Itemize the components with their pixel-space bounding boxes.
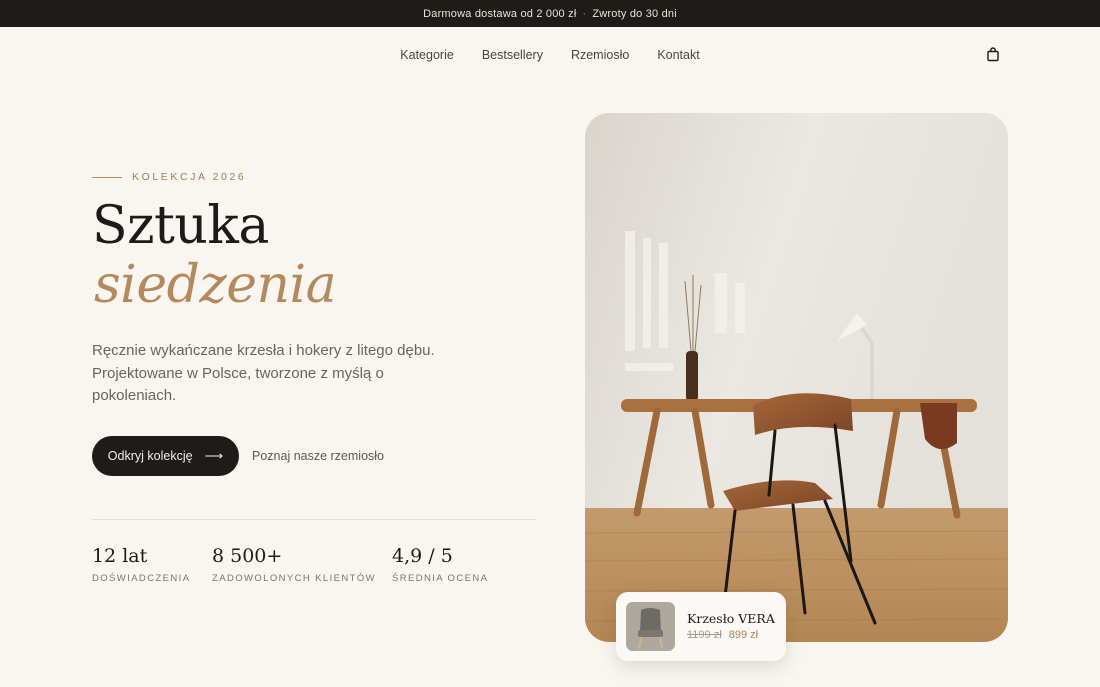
- nav-links: Kategorie Bestsellery Rzemiosło Kontakt: [0, 27, 1100, 83]
- hero-image: [585, 113, 1008, 642]
- stat-label: DOŚWIADCZENIA: [92, 573, 191, 584]
- announcement-bar: Darmowa dostawa od 2 000 zł · Zwroty do …: [0, 0, 1100, 27]
- product-card[interactable]: Krzesło VERA 1199 zł 899 zł: [616, 592, 786, 661]
- eyebrow-line: [92, 176, 122, 178]
- hero-lead: Ręcznie wykańczane krzesła i hokery z li…: [92, 342, 435, 404]
- stat-experience: 12 lat DOŚWIADCZENIA: [92, 544, 190, 584]
- product-prices: 1199 zł 899 zł: [687, 629, 758, 641]
- stat-label: ZADOWOLONYCH KLIENTÓW: [212, 573, 376, 584]
- eyebrow-text: KOLEKCJA 2026: [132, 171, 247, 183]
- nav-link-bestsellery[interactable]: Bestsellery: [468, 48, 557, 62]
- product-thumbnail: [626, 602, 675, 651]
- nav-link-rzemioslo[interactable]: Rzemiosło: [557, 48, 643, 62]
- cta-label: Odkryj kolekcję: [107, 449, 193, 463]
- hero-title-line1: Sztuka: [92, 196, 269, 256]
- stat-customers: 8 500+ ZADOWOLONYCH KLIENTÓW: [212, 544, 376, 584]
- collection-eyebrow: KOLEKCJA 2026: [92, 171, 246, 183]
- stat-label: ŚREDNIA OCENA: [392, 573, 489, 584]
- main-nav: Kategorie Bestsellery Rzemiosło Kontakt: [0, 27, 1100, 83]
- arrow-right-icon: ⟶: [204, 448, 224, 463]
- stats-divider: [92, 519, 536, 520]
- old-price: 1199 zł: [687, 629, 722, 641]
- shopping-bag-icon[interactable]: [985, 46, 1001, 64]
- announcement-separator: ·: [582, 7, 587, 20]
- stat-value: 8 500+: [212, 545, 283, 567]
- hero-title-line2: siedzenia: [94, 255, 337, 315]
- stat-rating: 4,9 / 5 ŚREDNIA OCENA: [392, 544, 488, 584]
- product-name: Krzesło VERA: [687, 611, 775, 626]
- stat-value: 12 lat: [92, 545, 148, 567]
- returns-text: Zwroty do 30 dni: [592, 7, 677, 20]
- nav-link-kontakt[interactable]: Kontakt: [643, 48, 713, 62]
- nav-link-kategorie[interactable]: Kategorie: [386, 48, 468, 62]
- stat-value: 4,9 / 5: [392, 545, 453, 567]
- craft-link[interactable]: Poznaj nasze rzemiosło: [252, 449, 384, 463]
- current-price: 899 zł: [728, 629, 759, 641]
- shipping-text: Darmowa dostawa od 2 000 zł: [423, 7, 577, 20]
- discover-collection-button[interactable]: Odkryj kolekcję ⟶: [92, 436, 239, 476]
